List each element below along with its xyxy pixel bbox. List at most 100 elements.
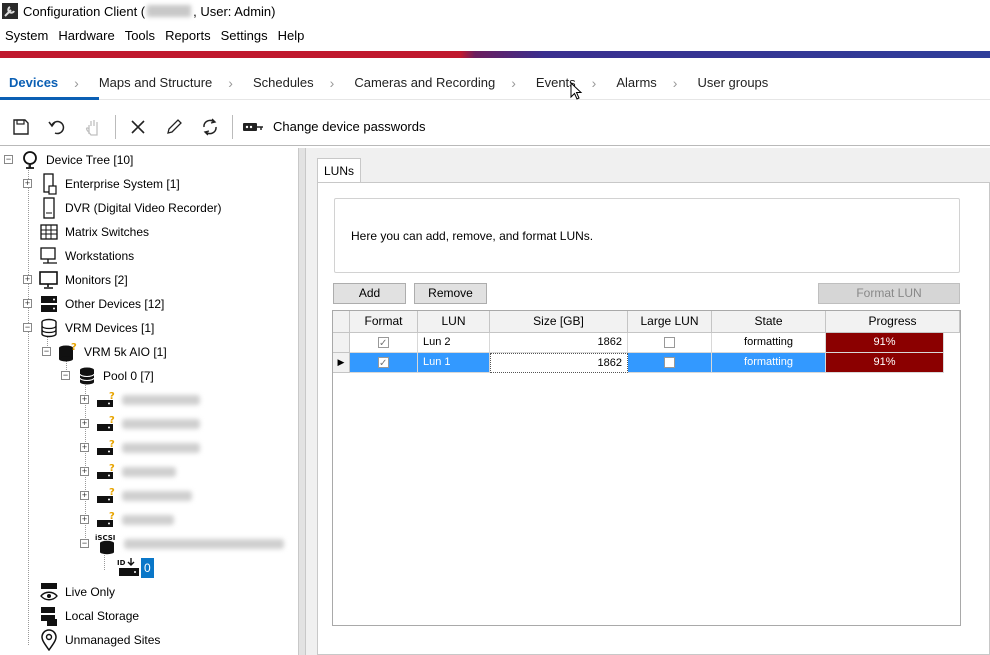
tree-item-storage-device[interactable]: + ? [80,460,176,484]
redacted-device-name [122,443,200,453]
menu-system[interactable]: System [0,25,53,47]
collapse-icon[interactable]: − [80,539,89,548]
tree-item-other-devices[interactable]: + Other Devices [12] [23,292,164,316]
expand-icon[interactable]: + [23,299,32,308]
tree-item-storage-device[interactable]: + ? [80,484,192,508]
size-cell[interactable]: 1862 [490,333,628,353]
redacted-device-name [122,467,176,477]
redacted-device-name [124,539,284,549]
device-tree-pane: − Device Tree [10] + Enterprise System [… [0,148,298,655]
menu-reports[interactable]: Reports [160,25,216,47]
large-lun-checkbox[interactable] [664,336,675,348]
tab-cameras-and-recording[interactable]: Cameras and Recording › [354,66,536,100]
table-row-selected[interactable]: ▶ Lun 1 1862 formatting 91% [333,353,960,373]
tree-item-storage-device[interactable]: + ? [80,412,200,436]
menu-tools[interactable]: Tools [120,25,160,47]
other-devices-icon [38,293,60,315]
collapse-icon[interactable]: − [23,323,32,332]
row-header[interactable] [333,333,350,353]
tree-item-storage-device[interactable]: + ? [80,388,200,412]
collapse-icon[interactable]: − [42,347,51,356]
undo-icon [48,120,65,134]
column-large-lun[interactable]: Large LUN [628,311,712,333]
pane-splitter[interactable] [298,148,306,655]
tree-item-pool-0[interactable]: − Pool 0 [7] [61,364,154,388]
hand-button[interactable] [75,110,111,144]
menu-help[interactable]: Help [273,25,310,47]
tree-item-label: Monitors [2] [65,273,128,287]
tree-item-storage-device[interactable]: + ? [80,508,174,532]
refresh-button[interactable] [192,110,228,144]
column-progress[interactable]: Progress [826,311,960,333]
tab-user-groups[interactable]: User groups [697,66,768,100]
collapse-icon[interactable]: − [4,155,13,164]
edit-button[interactable] [156,110,192,144]
delete-button[interactable] [120,110,156,144]
expand-icon[interactable]: + [23,179,32,188]
edit-icon [167,118,182,134]
tree-item-unmanaged-sites[interactable]: Unmanaged Sites [23,628,160,652]
tree-item-label: VRM Devices [1] [65,321,155,335]
tree-item-workstations[interactable]: Workstations [23,244,134,268]
storage-warning-icon: ? [95,413,117,435]
tree-item-dvr[interactable]: DVR (Digital Video Recorder) [23,196,222,220]
tree-item-live-only[interactable]: Live Only [23,580,115,604]
tab-luns[interactable]: LUNs [317,158,361,183]
tree-item-storage-device[interactable]: + ? [80,436,200,460]
window-title-suffix: , User: Admin) [193,3,276,19]
lun-cell[interactable]: Lun 1 [418,353,490,373]
column-state[interactable]: State [712,311,826,333]
tab-maps-and-structure[interactable]: Maps and Structure › [99,66,253,100]
expand-icon[interactable]: + [80,419,89,428]
row-pointer-icon[interactable]: ▶ [333,353,350,373]
expand-icon[interactable]: + [80,491,89,500]
expand-icon[interactable]: + [80,467,89,476]
tab-devices[interactable]: Devices › [0,66,99,100]
tree-item-iscsi-device[interactable]: − iSCSI [80,532,284,556]
svg-text:?: ? [71,342,77,353]
undo-button[interactable] [39,110,75,144]
large-lun-checkbox[interactable] [664,356,675,368]
tree-item-label: Local Storage [65,609,140,623]
window-title: Configuration Client ( , User: Admin) [23,4,275,19]
format-checkbox [378,334,389,352]
window-title-prefix: Configuration Client ( [23,3,146,19]
pool-database-icon [76,365,98,387]
remove-button[interactable]: Remove [414,283,487,304]
size-cell-focused[interactable]: 1862 [490,353,628,373]
tree-item-vrm-devices[interactable]: − VRM Devices [1] [23,316,154,340]
toolbar-separator [115,114,116,139]
tree-item-matrix[interactable]: Matrix Switches [23,220,149,244]
menu-settings[interactable]: Settings [216,25,273,47]
expand-icon[interactable]: + [80,515,89,524]
tree-item-lun-0[interactable]: ID 0 [117,556,154,580]
lun-id-icon: ID [117,557,141,579]
tree-root[interactable]: − Device Tree [10] [4,148,133,172]
large-lun-cell [628,333,712,353]
tree-item-local-storage[interactable]: Local Storage [23,604,139,628]
column-lun[interactable]: LUN [418,311,490,333]
location-pin-icon [38,629,60,651]
expand-icon[interactable]: + [23,275,32,284]
tab-schedules[interactable]: Schedules › [253,66,354,100]
tree-item-monitors[interactable]: + Monitors [2] [23,268,128,292]
expand-icon[interactable]: + [80,395,89,404]
collapse-icon[interactable]: − [61,371,70,380]
lun-cell[interactable]: Lun 2 [418,333,490,353]
luns-grid: Format LUN Size [GB] Large LUN State Pro… [332,310,961,626]
tab-alarms[interactable]: Alarms › [616,66,697,100]
table-row[interactable]: Lun 2 1862 formatting 91% [333,333,960,353]
chevron-right-icon: › [511,74,516,91]
menu-hardware[interactable]: Hardware [53,25,119,47]
format-lun-button[interactable]: Format LUN [818,283,960,304]
expand-icon[interactable]: + [80,443,89,452]
column-format[interactable]: Format [350,311,418,333]
tree-item-label: Pool 0 [7] [103,369,154,383]
change-device-passwords-button[interactable]: Change device passwords [241,110,425,144]
tree-item-enterprise[interactable]: + Enterprise System [1] [23,172,180,196]
tree-item-label: Other Devices [12] [65,297,165,311]
save-button[interactable] [3,110,39,144]
column-size[interactable]: Size [GB] [490,311,628,333]
tree-item-vrm-5k[interactable]: − ? VRM 5k AIO [1] [42,340,167,364]
add-button[interactable]: Add [333,283,406,304]
